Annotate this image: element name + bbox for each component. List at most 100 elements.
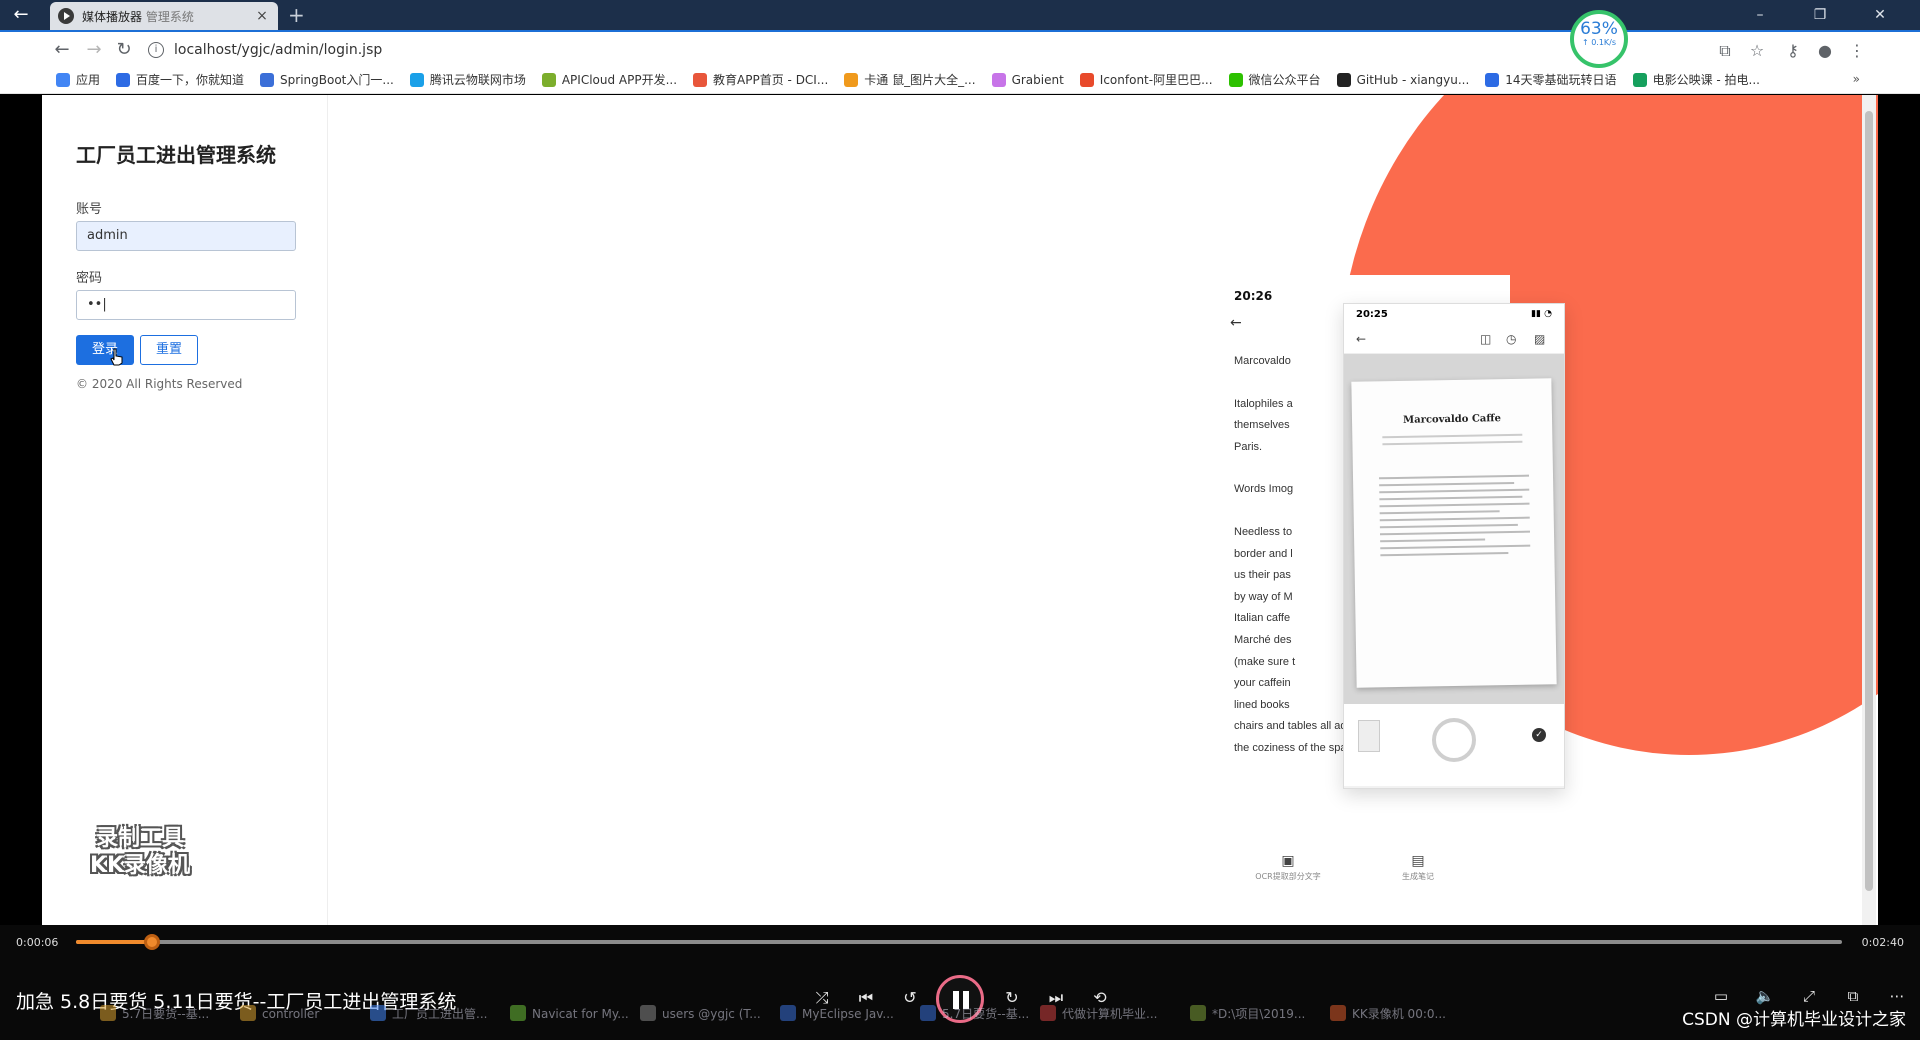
bookmark-favicon-icon [844,72,859,87]
article-line: themselves [1234,419,1290,432]
account-input[interactable]: admin [76,221,296,251]
bookmark-label: SpringBoot入门一... [280,73,394,87]
bookmark-label: 14天零基础玩转日语 [1505,73,1617,87]
bookmarks-overflow-icon[interactable]: » [1853,72,1860,86]
forward-icon[interactable]: → [82,38,106,62]
login-button[interactable]: 登录 [76,335,134,365]
bookmark-label: 腾讯云物联网市场 [429,73,526,87]
app-icon [240,1005,256,1021]
article-line: Words Imog [1234,483,1294,496]
password-input[interactable]: ••| [76,290,296,320]
account-label: 账号 [76,202,103,217]
bookmark-label: 卡通 鼠_图片大全_... [864,73,976,87]
media-player-icon [58,8,74,24]
site-info-icon[interactable]: i [148,42,164,58]
bookmark-item[interactable]: 微信公众平台 [1228,71,1321,88]
current-time: 0:00:06 [16,936,59,949]
bookmark-favicon-icon [991,72,1006,87]
reset-button[interactable]: 重置 [140,335,198,365]
bookmark-favicon-icon [1228,72,1243,87]
close-window-icon[interactable]: ✕ [1860,4,1900,26]
bookmark-star-icon[interactable]: ☆ [1746,40,1768,62]
note-tool: ▤ 生成笔记 [1388,853,1448,882]
page-scrollbar[interactable] [1862,95,1876,925]
taskbar-label: 代做计算机毕业... [1062,1007,1158,1021]
recorder-watermark: 录制工具 KK录像机 [89,826,191,878]
bookmark-favicon-icon [1079,72,1094,87]
taskbar-item[interactable]: MyEclipse Jav... [780,1005,894,1021]
bookmark-favicon-icon [116,72,131,87]
back-icon[interactable]: ← [50,38,74,62]
taskbar-item[interactable]: *D:\项目\2019... [1190,1005,1305,1022]
key-icon[interactable]: ⚷ [1782,40,1804,62]
menu-icon[interactable]: ⋮ [1846,40,1868,62]
bookmark-label: GitHub - xiangyu... [1356,72,1470,87]
progress-knob[interactable] [143,934,160,950]
progress-bar[interactable] [76,934,1842,950]
taskbar-label: 工厂员工进出管... [392,1007,488,1021]
new-tab-button[interactable]: + [288,4,305,26]
app-icon [1040,1005,1056,1021]
bookmark-item[interactable]: 卡通 鼠_图片大全_... [844,71,976,88]
app-icon [780,1005,796,1021]
bookmark-label: 微信公众平台 [1248,73,1321,87]
taskbar-item[interactable]: 代做计算机毕业... [1040,1005,1157,1022]
taskbar-item[interactable]: Navicat for My... [510,1005,629,1021]
taskbar-item[interactable]: 5.7日要货--基... [920,1005,1029,1022]
ocr-tool: ▣ OCR提取部分文字 [1248,853,1328,882]
taskbar-label: Navicat for My... [532,1007,629,1021]
reload-icon[interactable]: ↻ [112,38,136,62]
screen: { "browser": { "tab_title": "媒体播放器", "ta… [0,0,1920,1040]
taskbar-label: KK录像机 00:0... [1352,1007,1446,1021]
scrollbar-thumb[interactable] [1865,111,1873,891]
bookmark-favicon-icon [693,72,708,87]
taskbar-label: 5.7日要货--基... [122,1007,210,1021]
browser-tab[interactable]: 媒体播放器 管理系统 × [50,2,278,30]
translate-icon[interactable]: ⧉ [1714,40,1736,62]
article-line: us their pas [1234,569,1291,582]
restore-icon[interactable]: ❐ [1800,4,1840,26]
bookmark-item[interactable]: 14天零基础玩转日语 [1485,71,1617,88]
network-speed-widget: 63% ↑ 0.1K/s [1570,10,1628,68]
profile-icon[interactable]: ● [1814,40,1836,62]
taskbar-item[interactable]: 工厂员工进出管... [370,1005,487,1022]
thumbnail [1358,720,1380,752]
article-line: border and l [1234,547,1293,560]
close-tab-icon[interactable]: × [254,8,270,24]
bookmark-item[interactable]: Grabient [991,72,1064,87]
minimize-icon[interactable]: – [1740,4,1780,26]
history-icon: ◷ [1506,332,1517,346]
bookmark-item[interactable]: APICloud APP开发... [541,71,677,88]
copyright-text: © 2020 All Rights Reserved [76,377,243,391]
taskbar-item[interactable]: KK录像机 00:0... [1330,1005,1446,1022]
bookmark-item[interactable]: 教育APP首页 - DCI... [693,71,828,88]
bookmark-item[interactable]: Iconfont-阿里巴巴... [1079,71,1213,88]
doc-title: Marcovaldo Caffe [1403,413,1502,426]
back-arrow-icon[interactable]: ← [10,4,32,26]
taskbar-item[interactable]: controller [240,1005,319,1021]
bookmark-label: 应用 [76,73,101,87]
bookmark-favicon-icon [1485,72,1500,87]
article-line: (make sure t [1234,655,1296,668]
article-line: Marché des [1234,633,1292,646]
bookmark-item[interactable]: 应用 [56,71,100,88]
taskbar-label: 5.7日要货--基... [942,1007,1030,1021]
bookmark-favicon-icon [56,72,70,87]
bookmark-label: Grabient [1011,72,1064,87]
bookmark-item[interactable]: 百度一下，你就知道 [116,71,244,88]
address-bar[interactable]: i localhost/ygjc/admin/login.jsp [148,36,1708,64]
tab-title: 媒体播放器 管理系统 [82,9,194,24]
bookmark-item[interactable]: 腾讯云物联网市场 [409,71,526,88]
phone-status-bar: 20:25 ▮▮ ◔ [1344,304,1564,326]
web-page: 工厂员工进出管理系统 账号 admin 密码 ••| 登录 重置 © 2020 … [42,95,1878,925]
bookmark-item[interactable]: SpringBoot入门一... [260,71,394,88]
bookmark-item[interactable]: 电影公映课 - 拍电... [1632,71,1760,88]
taskbar-item[interactable]: users @ygjc (T... [640,1005,761,1021]
article-back-icon: ← [1230,315,1242,331]
total-time: 0:02:40 [1861,936,1904,949]
app-icon [1330,1005,1346,1021]
bookmark-item[interactable]: GitHub - xiangyu... [1336,72,1470,87]
taskbar-item[interactable]: 5.7日要货--基... [100,1005,209,1022]
phone-capture-bar: ✓ [1344,704,1564,786]
speed-rate: ↑ 0.1K/s [1581,38,1617,47]
